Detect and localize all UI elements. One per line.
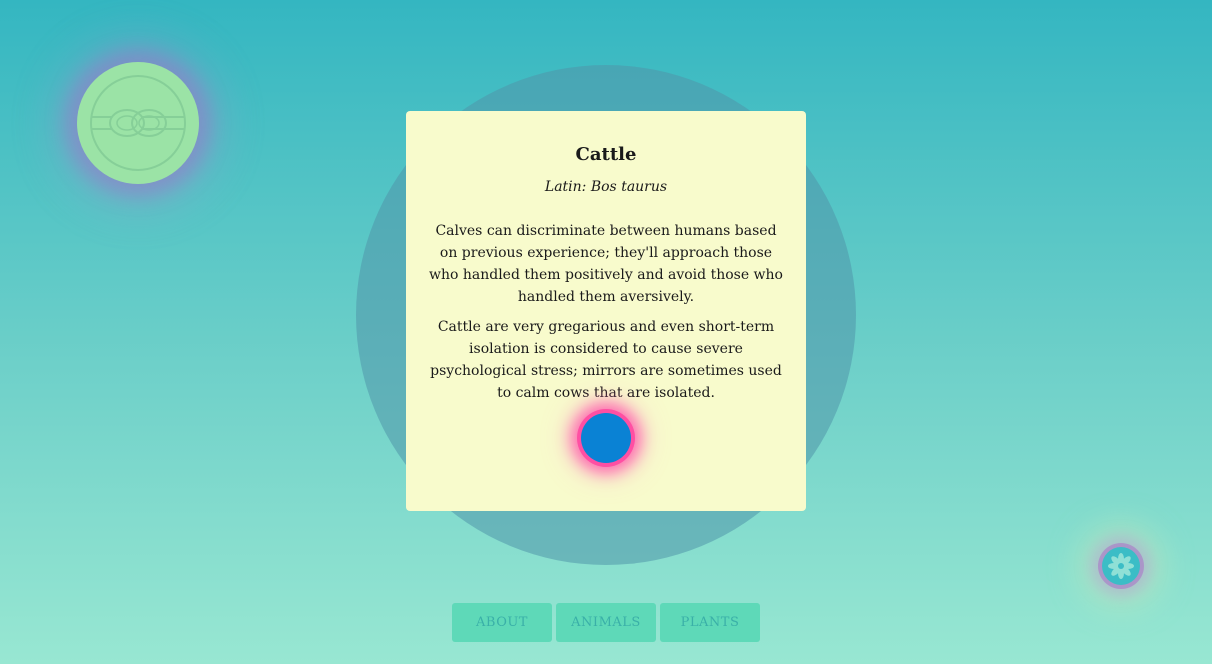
orb-button[interactable] — [581, 413, 631, 463]
logo[interactable] — [77, 62, 199, 184]
animal-card: Cattle Latin: Bos taurus Calves can disc… — [406, 111, 806, 511]
animals-button[interactable]: ANIMALS — [556, 603, 656, 642]
flower-button[interactable] — [1102, 547, 1140, 585]
latin-name: Latin: Bos taurus — [544, 179, 668, 195]
about-button[interactable]: ABOUT — [452, 603, 552, 642]
knot-icon — [90, 75, 186, 171]
fact-text: Cattle are very gregarious and even shor… — [430, 319, 782, 401]
plants-button[interactable]: PLANTS — [660, 603, 760, 642]
nav-bar: ABOUT ANIMALS PLANTS — [452, 603, 760, 642]
fact-text: Calves can discriminate between humans b… — [428, 223, 783, 305]
flower-icon — [1108, 553, 1134, 579]
animal-name: Cattle — [575, 144, 637, 165]
